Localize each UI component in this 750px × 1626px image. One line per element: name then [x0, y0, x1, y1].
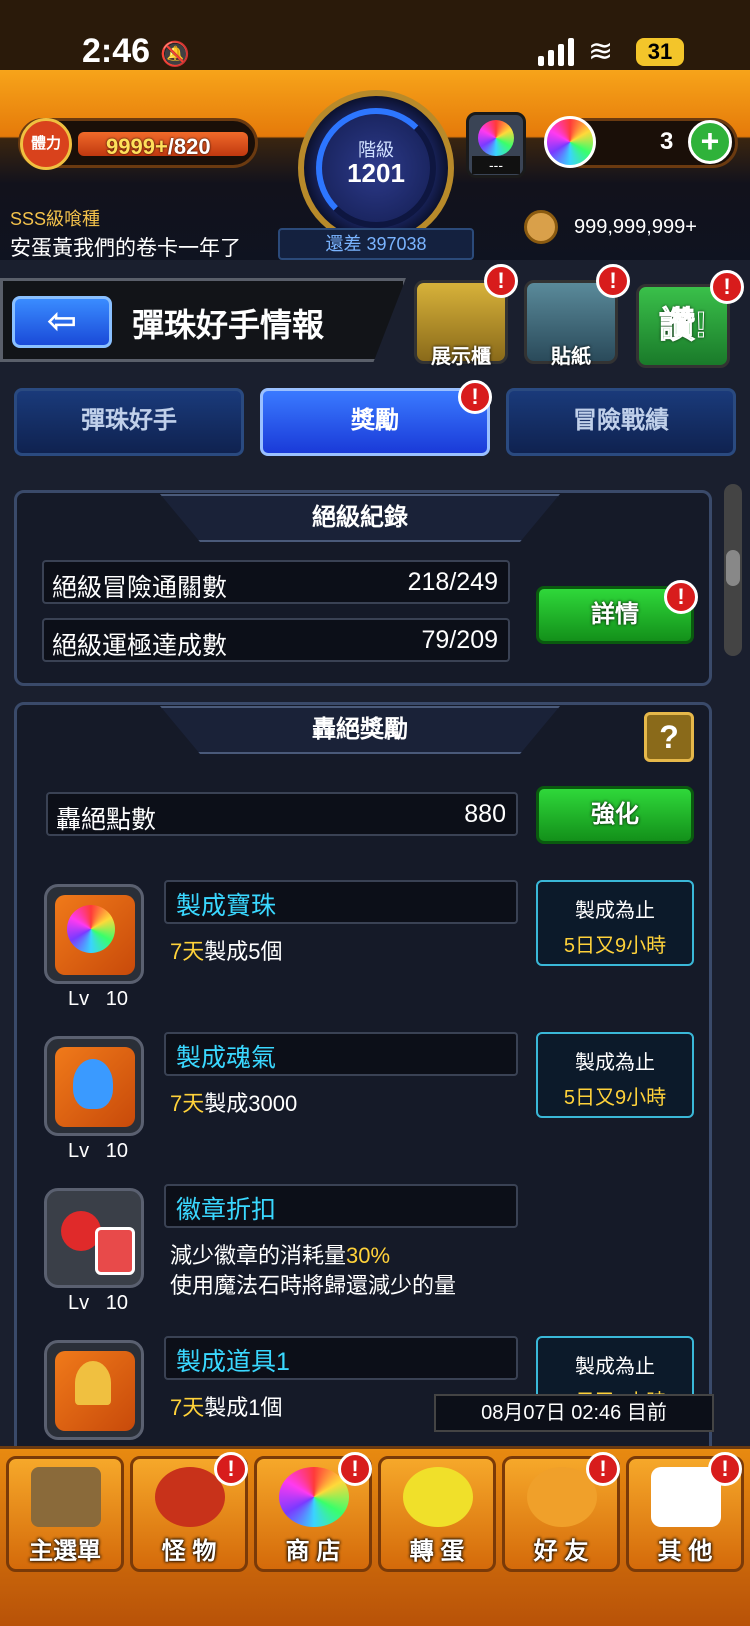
nav-label: 其 他 [657, 1538, 713, 1565]
stamina-max: /820 [167, 134, 211, 159]
alert-icon: ! [596, 264, 630, 298]
nav-label: 轉 蛋 [409, 1538, 465, 1565]
gacha-orb-icon [478, 120, 514, 156]
alert-icon: ! [338, 1452, 372, 1486]
user-title: SSS級喰種 [10, 209, 101, 229]
badge-discount-icon [44, 1188, 144, 1288]
friends-icon [527, 1467, 597, 1527]
nav-label: 主選單 [29, 1538, 101, 1565]
battery-icon: 31 [636, 38, 684, 66]
record-row-label: 絕級運極達成數 [52, 632, 228, 660]
reward-name: 製成魂氣 [176, 1044, 277, 1072]
alert-icon: ! [586, 1452, 620, 1486]
craft-timer: 製成為止 5日又9小時 [536, 1032, 694, 1118]
reward-name: 徽章折扣 [176, 1196, 277, 1224]
alert-icon: ! [214, 1452, 248, 1486]
monster-icon [155, 1467, 225, 1527]
coin-icon [524, 210, 558, 244]
stamina-current: 9999+ [106, 134, 168, 159]
reward-level: Lv 10 [68, 1292, 129, 1314]
user-name: 安蛋黃我們的卷卡一年了 [10, 237, 241, 260]
record-row-value: 218/249 [407, 568, 498, 596]
coin-value: 999,999,999+ [574, 216, 697, 238]
orb-shop-icon [279, 1467, 349, 1527]
reward-desc: 7天製成1個 [170, 1395, 283, 1420]
reward-desc: 7天製成3000 [170, 1091, 298, 1116]
help-button[interactable]: ? [644, 712, 694, 762]
record-panel-heading: 絕級紀錄 [160, 494, 560, 542]
reward-desc: 7天製成5個 [170, 939, 283, 964]
orb-craft-icon [44, 884, 144, 984]
tab-rewards[interactable]: 獎勵 [260, 388, 490, 456]
date-stamp: 08月07日 02:46 目前 [434, 1394, 714, 1432]
like-label: 讚! [659, 304, 708, 346]
add-orbs-button[interactable]: + [688, 120, 732, 164]
egg-icon [403, 1467, 473, 1527]
enhance-button[interactable]: 強化 [536, 786, 694, 844]
status-time: 2:46 [82, 32, 151, 70]
tab-adventure-record[interactable]: 冒險戰績 [506, 388, 736, 456]
item-craft-icon [44, 1340, 144, 1440]
stamina-text: 9999+/820 [106, 134, 211, 160]
points-value: 880 [464, 800, 506, 828]
cell-signal-icon [538, 38, 574, 66]
alert-icon: ! [664, 580, 698, 614]
reward-desc: 減少徽章的消耗量30% [170, 1243, 391, 1268]
reward-desc-line2: 使用魔法石時將歸還減少的量 [170, 1273, 457, 1298]
alert-icon: ! [458, 380, 492, 414]
gacha-placeholder: --- [472, 156, 520, 174]
alert-icon: ! [484, 264, 518, 298]
alert-icon: ! [710, 270, 744, 304]
sticker-label: 貼紙 [551, 346, 591, 368]
rank-value: 1201 [347, 158, 405, 188]
nav-label: 商 店 [285, 1538, 341, 1565]
record-row-label: 絕級冒險通關數 [52, 574, 228, 602]
reward-level: Lv 10 [68, 988, 129, 1010]
alert-icon: ! [708, 1452, 742, 1486]
tab-marble-player[interactable]: 彈珠好手 [14, 388, 244, 456]
soul-craft-icon [44, 1036, 144, 1136]
wifi-icon: ≋ [588, 35, 614, 68]
reward-name: 製成寶珠 [176, 892, 277, 920]
nav-gacha[interactable]: 轉 蛋 [378, 1456, 496, 1572]
castle-icon [31, 1467, 101, 1527]
nav-label: 好 友 [533, 1538, 589, 1565]
craft-timer: 製成為止 5日又9小時 [536, 880, 694, 966]
showcase-label: 展示櫃 [431, 346, 491, 368]
reward-level: Lv 10 [68, 1140, 129, 1162]
rank-diff: 還差 397038 [278, 228, 474, 260]
page-title: 彈珠好手情報 [132, 307, 325, 343]
orb-icon [544, 116, 596, 168]
nav-main-menu[interactable]: 主選單 [6, 1456, 124, 1572]
stamina-icon: 體力 [20, 118, 72, 170]
reward-name: 製成道具1 [176, 1348, 290, 1376]
record-row: 絕級運極達成數 79/209 [42, 618, 510, 662]
record-row-value: 79/209 [421, 626, 498, 654]
silent-bell-icon: 🔕 [160, 41, 190, 68]
orb-count: 3 [660, 128, 674, 155]
reward-panel-heading: 轟絕獎勵 [160, 706, 560, 754]
back-button[interactable]: ⇦ [12, 296, 112, 348]
points-row: 轟絕點數 880 [46, 792, 518, 836]
points-label: 轟絕點數 [56, 806, 157, 834]
scrollbar-thumb[interactable] [726, 550, 740, 586]
record-row: 絕級冒險通關數 218/249 [42, 560, 510, 604]
nav-label: 怪 物 [161, 1538, 217, 1565]
